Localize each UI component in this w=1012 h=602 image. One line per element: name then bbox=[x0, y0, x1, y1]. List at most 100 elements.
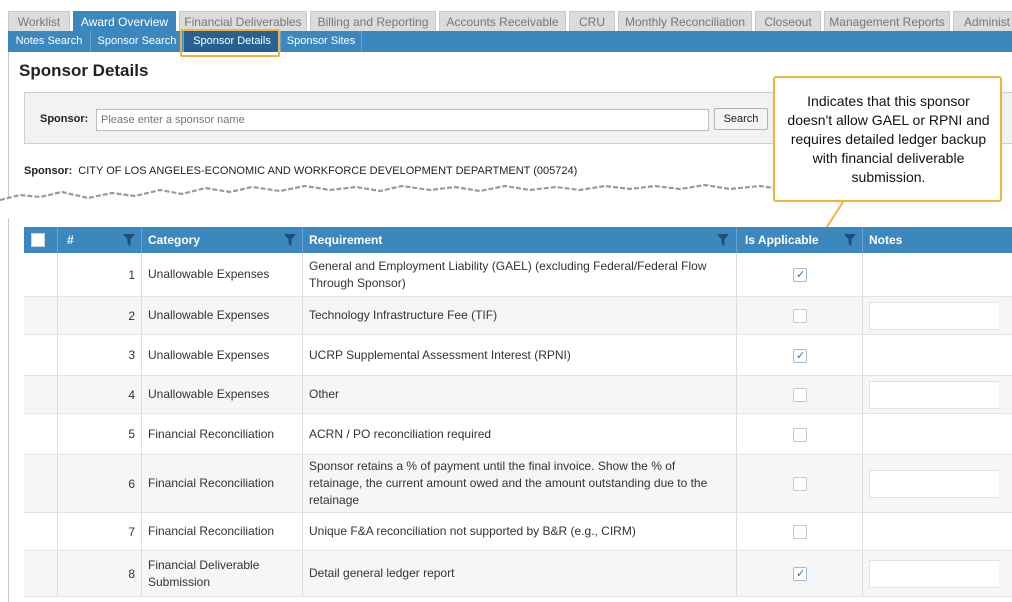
row-requirement-text: General and Employment Liability (GAEL) … bbox=[309, 258, 707, 290]
table-row[interactable]: 7 Financial Reconciliation Unique F&A reco… bbox=[24, 513, 1012, 551]
row-category-text: Financial Deliverable Submission bbox=[148, 557, 260, 589]
header-is-applicable[interactable]: Is Applicable bbox=[737, 227, 863, 253]
row-category-text: Financial Reconciliation bbox=[148, 426, 275, 441]
row-notes-cell bbox=[863, 297, 1012, 334]
checkmark-icon: ✓ bbox=[796, 568, 806, 580]
is-applicable-checkbox[interactable] bbox=[793, 477, 807, 491]
select-all-checkbox[interactable] bbox=[31, 233, 45, 247]
row-num-cell: 6 bbox=[58, 455, 142, 512]
row-num-text: 1 bbox=[128, 267, 135, 282]
row-requirement-cell: Unique F&A reconciliation not supported … bbox=[303, 513, 737, 550]
is-applicable-checkbox[interactable] bbox=[793, 428, 807, 442]
tab-accounts-receivable[interactable]: Accounts Receivable bbox=[439, 11, 566, 32]
tab-award-overview[interactable]: Award Overview bbox=[73, 11, 176, 32]
filter-icon[interactable] bbox=[716, 233, 730, 247]
row-requirement-cell: UCRP Supplemental Assessment Interest (R… bbox=[303, 335, 737, 375]
search-button[interactable]: Search bbox=[714, 108, 768, 130]
is-applicable-checkbox[interactable] bbox=[793, 309, 807, 323]
row-notes-cell bbox=[863, 455, 1012, 512]
row-notes-cell bbox=[863, 513, 1012, 550]
row-num-text: 4 bbox=[128, 387, 135, 402]
annotation-callout: Indicates that this sponsor doesn't allo… bbox=[773, 76, 1002, 202]
subtab-sponsor-sites[interactable]: Sponsor Sites bbox=[281, 31, 362, 52]
header-num-label: # bbox=[67, 233, 74, 247]
tab-management-reports[interactable]: Management Reports bbox=[824, 11, 950, 32]
row-category-cell: Financial Deliverable Submission bbox=[142, 551, 303, 596]
tab-administration[interactable]: Administ bbox=[953, 11, 1012, 32]
sub-tab-bar: Notes Search Sponsor Search Sponsor Deta… bbox=[8, 31, 1012, 52]
active-subtab-highlight bbox=[180, 29, 280, 57]
is-applicable-checkbox[interactable] bbox=[793, 525, 807, 539]
row-category-cell: Financial Reconciliation bbox=[142, 513, 303, 550]
row-requirement-cell: Technology Infrastructure Fee (TIF) bbox=[303, 297, 737, 334]
table-row[interactable]: 1 Unallowable Expenses General and Employm… bbox=[24, 253, 1012, 297]
row-requirement-cell: General and Employment Liability (GAEL) … bbox=[303, 253, 737, 296]
tab-billing-and-reporting[interactable]: Billing and Reporting bbox=[310, 11, 436, 32]
row-applicable-cell bbox=[737, 376, 863, 413]
is-applicable-checkbox[interactable]: ✓ bbox=[793, 268, 807, 282]
tab-closeout[interactable]: Closeout bbox=[755, 11, 821, 32]
table-row[interactable]: 4 Unallowable Expenses Other bbox=[24, 376, 1012, 414]
row-category-text: Financial Reconciliation bbox=[148, 524, 275, 538]
is-applicable-checkbox[interactable]: ✓ bbox=[793, 567, 807, 581]
header-num[interactable]: # bbox=[58, 227, 142, 253]
table-row[interactable]: 3 Unallowable Expenses UCRP Supplemental A… bbox=[24, 335, 1012, 376]
page-title: Sponsor Details bbox=[19, 61, 149, 80]
row-num-text: 5 bbox=[128, 427, 135, 441]
notes-input[interactable] bbox=[869, 381, 999, 409]
tab-monthly-reconciliation[interactable]: Monthly Reconciliation bbox=[618, 11, 752, 32]
checkmark-icon: ✓ bbox=[796, 350, 806, 362]
checkmark-icon: ✓ bbox=[796, 269, 806, 281]
row-requirement-text: Technology Infrastructure Fee (TIF) bbox=[309, 308, 498, 322]
row-requirement-cell: Sponsor retains a % of payment until the… bbox=[303, 455, 737, 512]
row-num-cell: 8 bbox=[58, 551, 142, 596]
sponsor-search-label: Sponsor: bbox=[40, 113, 89, 125]
row-requirement-text: UCRP Supplemental Assessment Interest (R… bbox=[309, 347, 571, 362]
row-applicable-cell bbox=[737, 414, 863, 454]
row-category-cell: Unallowable Expenses bbox=[142, 253, 303, 296]
row-requirement-text: Unique F&A reconciliation not supported … bbox=[309, 524, 636, 538]
filter-icon[interactable] bbox=[843, 233, 857, 247]
tab-cru[interactable]: CRU bbox=[569, 11, 615, 32]
row-category-cell: Unallowable Expenses bbox=[142, 335, 303, 375]
notes-input[interactable] bbox=[869, 560, 999, 588]
header-requirement-label: Requirement bbox=[309, 233, 383, 247]
filter-icon[interactable] bbox=[283, 233, 297, 247]
selected-sponsor: Sponsor: CITY OF LOS ANGELES-ECONOMIC AND… bbox=[24, 165, 577, 177]
table-row[interactable]: 6 Financial Reconciliation Sponsor retains… bbox=[24, 455, 1012, 513]
row-select-cell bbox=[24, 253, 58, 296]
table-row[interactable]: 8 Financial Deliverable Submission Detail … bbox=[24, 551, 1012, 597]
row-select-cell bbox=[24, 455, 58, 512]
is-applicable-checkbox[interactable] bbox=[793, 388, 807, 402]
tab-worklist[interactable]: Worklist bbox=[8, 11, 70, 32]
notes-input[interactable] bbox=[869, 302, 999, 330]
filter-icon[interactable] bbox=[122, 233, 136, 247]
row-select-cell bbox=[24, 551, 58, 596]
header-category[interactable]: Category bbox=[142, 227, 303, 253]
row-num-text: 7 bbox=[128, 524, 135, 539]
row-category-text: Unallowable Expenses bbox=[148, 308, 270, 322]
row-applicable-cell: ✓ bbox=[737, 253, 863, 296]
table-row[interactable]: 2 Unallowable Expenses Technology Infrastr… bbox=[24, 297, 1012, 335]
row-category-text: Financial Reconciliation bbox=[148, 476, 275, 490]
sponsor-search-input[interactable] bbox=[96, 109, 709, 131]
row-num-text: 6 bbox=[128, 476, 135, 491]
table-row[interactable]: 5 Financial Reconciliation ACRN / PO recon… bbox=[24, 414, 1012, 455]
subtab-notes-search[interactable]: Notes Search bbox=[8, 31, 91, 52]
row-category-cell: Financial Reconciliation bbox=[142, 455, 303, 512]
row-applicable-cell bbox=[737, 297, 863, 334]
row-num-text: 8 bbox=[128, 566, 135, 581]
notes-input[interactable] bbox=[869, 470, 999, 498]
row-num-cell: 3 bbox=[58, 335, 142, 375]
header-requirement[interactable]: Requirement bbox=[303, 227, 737, 253]
header-notes[interactable]: Notes bbox=[863, 227, 1012, 253]
row-notes-cell bbox=[863, 335, 1012, 375]
row-requirement-cell: Detail general ledger report bbox=[303, 551, 737, 596]
row-category-text: Unallowable Expenses bbox=[148, 347, 270, 362]
row-applicable-cell bbox=[737, 455, 863, 512]
row-select-cell bbox=[24, 297, 58, 334]
row-select-cell bbox=[24, 335, 58, 375]
subtab-sponsor-search[interactable]: Sponsor Search bbox=[91, 31, 184, 52]
row-requirement-text: Detail general ledger report bbox=[309, 566, 455, 580]
is-applicable-checkbox[interactable]: ✓ bbox=[793, 349, 807, 363]
